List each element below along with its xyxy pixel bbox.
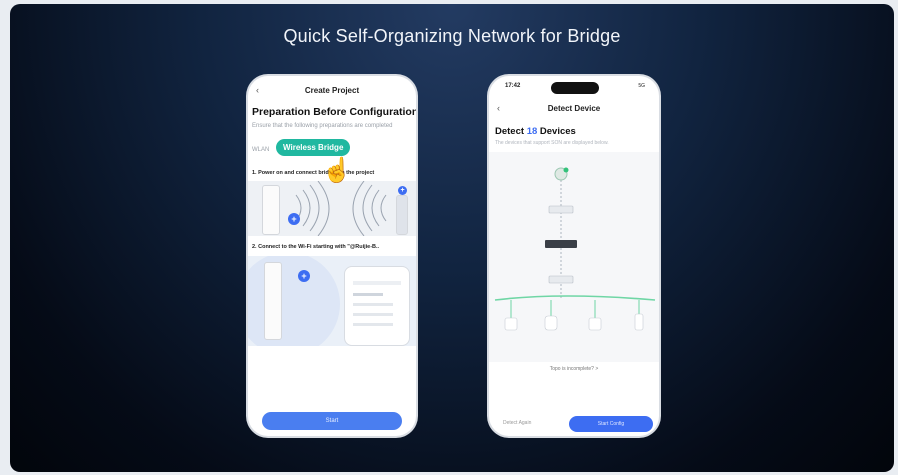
nav-title: Detect Device — [547, 104, 601, 113]
detect-count: 18 — [526, 126, 538, 137]
hand-pointer-icon: ☝ — [322, 157, 352, 184]
client-node[interactable] — [588, 317, 602, 331]
status-time: 17:42 — [505, 83, 521, 89]
topology-incomplete-link[interactable]: Topo is incomplete? > — [489, 366, 659, 372]
wifi-list-illustration — [344, 266, 410, 346]
router-node[interactable] — [548, 205, 574, 214]
detect-again-button[interactable]: Detect Again — [503, 420, 531, 426]
step-1-label: 1. Power on and connect bridges in the p… — [252, 170, 375, 176]
bridge-device — [396, 195, 408, 235]
wifi-list-lines — [353, 281, 401, 326]
tab-wireless-bridge[interactable]: Wireless Bridge — [276, 139, 351, 156]
detect-device-phone: 17:42 5G ‹ Detect Device Detect 18 Devic… — [489, 76, 659, 436]
presentation-slide: Quick Self-Organizing Network for Bridge… — [10, 4, 894, 472]
create-project-phone: ‹ Create Project Preparation Before Conf… — [248, 76, 416, 436]
detect-subtitle: The devices that support SON are display… — [495, 140, 609, 146]
dynamic-island — [551, 82, 599, 94]
page-heading: Preparation Before Configuration — [252, 106, 416, 118]
status-network: 5G — [638, 83, 645, 89]
network-topology-diagram — [489, 152, 659, 362]
start-button[interactable]: Start — [262, 412, 402, 430]
step-2-label: 2. Connect to the Wi-Fi starting with "@… — [252, 244, 380, 250]
client-node[interactable] — [544, 315, 558, 331]
nav-title: Create Project — [304, 86, 360, 95]
bridge-node[interactable] — [548, 275, 574, 284]
start-config-button[interactable]: Start Config — [569, 416, 653, 432]
wifi-connect-illustration: + — [248, 256, 416, 346]
tab-wlan[interactable]: WLAN — [252, 147, 269, 153]
plus-icon[interactable]: + — [288, 213, 300, 225]
slide-title: Quick Self-Organizing Network for Bridge — [283, 26, 621, 46]
client-node[interactable] — [634, 313, 644, 331]
page-subtitle: Ensure that the following preparations a… — [252, 123, 393, 129]
detect-prefix: Detect — [495, 126, 525, 137]
bridge-device — [262, 185, 280, 235]
bottom-action-bar: Detect Again Start Config — [489, 412, 659, 436]
detect-suffix: Devices — [539, 126, 576, 137]
switch-node[interactable] — [545, 240, 577, 248]
detect-count-heading: Detect 18 Devices — [495, 126, 576, 137]
client-node[interactable] — [504, 317, 518, 331]
bridge-power-illustration: + + — [248, 181, 416, 236]
bridge-device — [264, 262, 282, 340]
plus-icon[interactable]: + — [398, 186, 407, 195]
plus-icon[interactable]: + — [298, 270, 310, 282]
